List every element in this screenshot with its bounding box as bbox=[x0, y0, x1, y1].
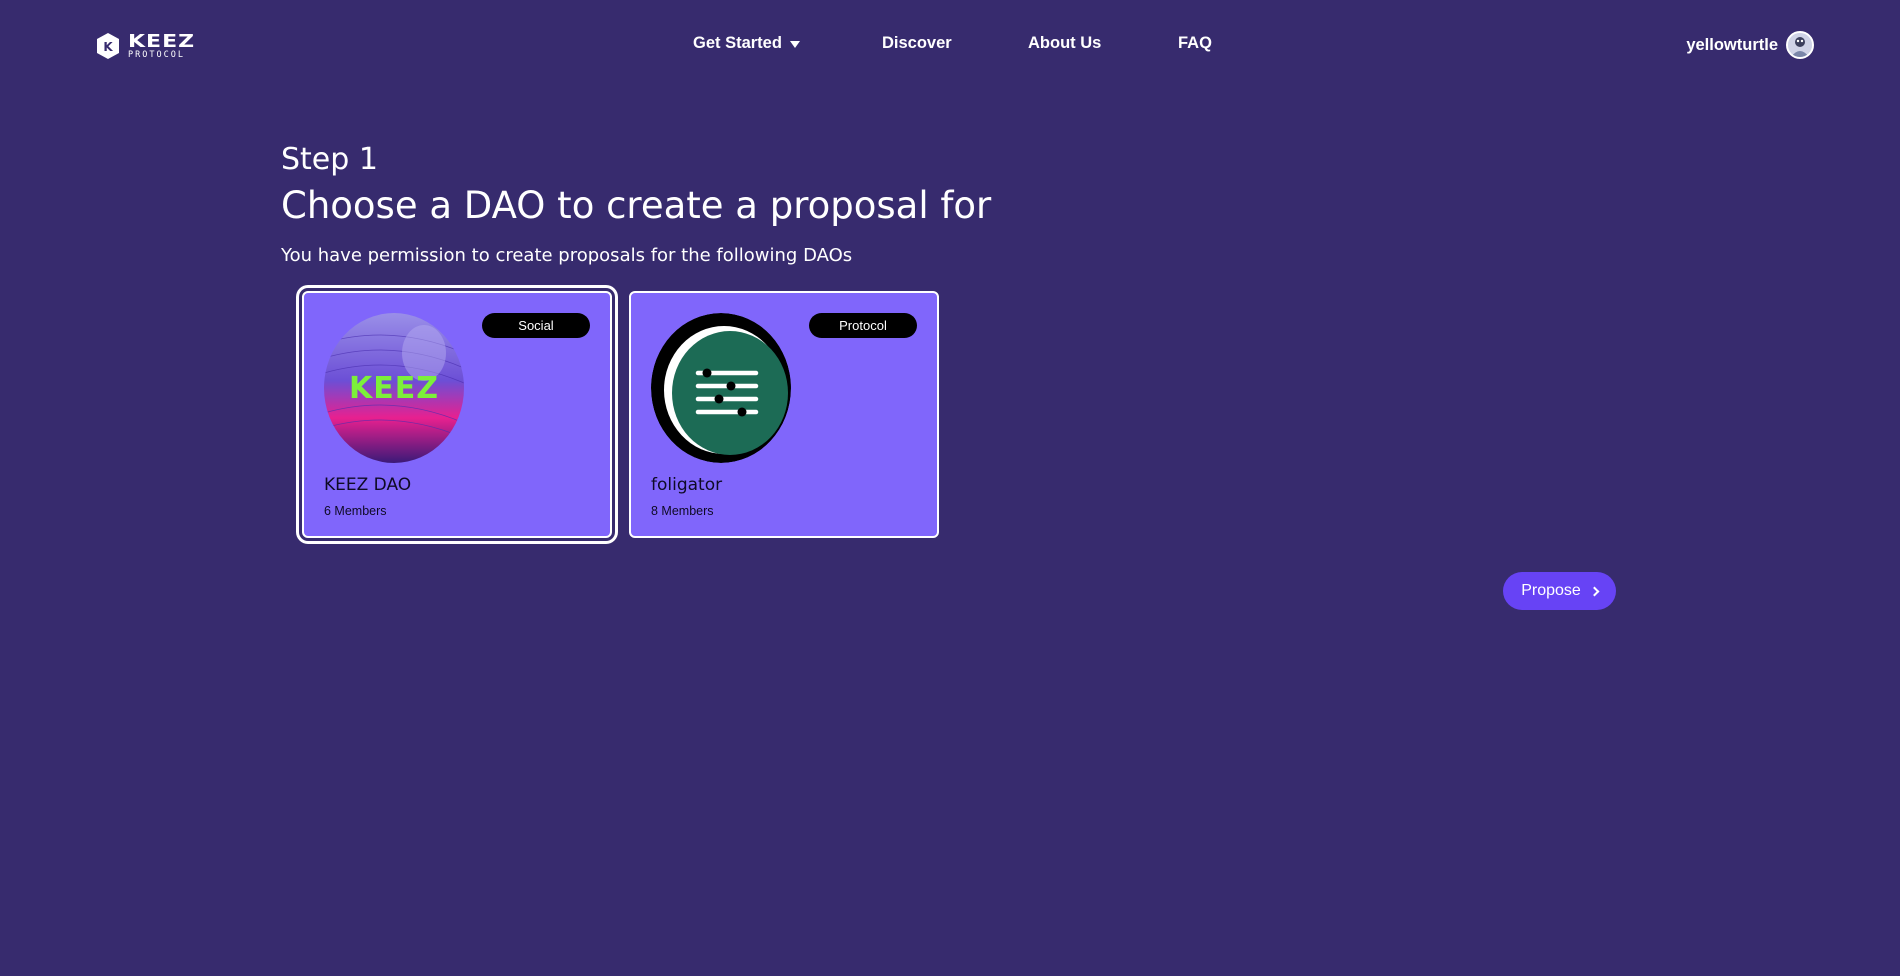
keez-dao-image-icon: KEEZ bbox=[324, 313, 464, 463]
nav-faq-label: FAQ bbox=[1178, 34, 1212, 52]
nav-about-us-label: About Us bbox=[1028, 34, 1102, 52]
main-nav: Get Started Discover About Us FAQ bbox=[0, 34, 1900, 58]
nav-about-us[interactable]: About Us bbox=[1028, 34, 1101, 53]
page-title: Choose a DAO to create a proposal for bbox=[281, 184, 992, 227]
dao-name: foligator bbox=[651, 475, 723, 495]
svg-text:KEEZ: KEEZ bbox=[349, 371, 439, 406]
nav-discover-label: Discover bbox=[882, 34, 952, 52]
propose-label: Propose bbox=[1521, 582, 1581, 599]
caret-down-icon bbox=[789, 41, 800, 48]
dao-members: 6 Members bbox=[324, 504, 387, 518]
dao-members: 8 Members bbox=[651, 504, 714, 518]
avatar[interactable] bbox=[1786, 31, 1814, 59]
step-label: Step 1 bbox=[281, 142, 378, 177]
user-menu[interactable]: yellowturtle bbox=[1686, 31, 1814, 59]
nav-discover[interactable]: Discover bbox=[882, 34, 952, 53]
foligator-image-icon bbox=[651, 313, 791, 463]
dao-name: KEEZ DAO bbox=[324, 475, 412, 495]
nav-get-started[interactable]: Get Started bbox=[693, 34, 800, 53]
dao-card-foligator[interactable]: Protocol foligator 8 Members bbox=[629, 291, 939, 538]
propose-button[interactable]: Propose bbox=[1503, 572, 1616, 610]
dao-tag: Social bbox=[482, 313, 590, 338]
nav-get-started-label: Get Started bbox=[693, 34, 782, 52]
dao-card-keez[interactable]: KEEZ Social KEEZ DAO 6 Members bbox=[302, 291, 612, 538]
username: yellowturtle bbox=[1686, 35, 1778, 54]
chevron-right-icon bbox=[1589, 586, 1600, 596]
nav-faq[interactable]: FAQ bbox=[1178, 34, 1212, 53]
page: K KEEZ PROTOCOL Get Started Discover Abo… bbox=[0, 0, 1900, 976]
dao-tag: Protocol bbox=[809, 313, 917, 338]
page-subtitle: You have permission to create proposals … bbox=[281, 245, 853, 266]
user-avatar-icon bbox=[1788, 33, 1812, 57]
